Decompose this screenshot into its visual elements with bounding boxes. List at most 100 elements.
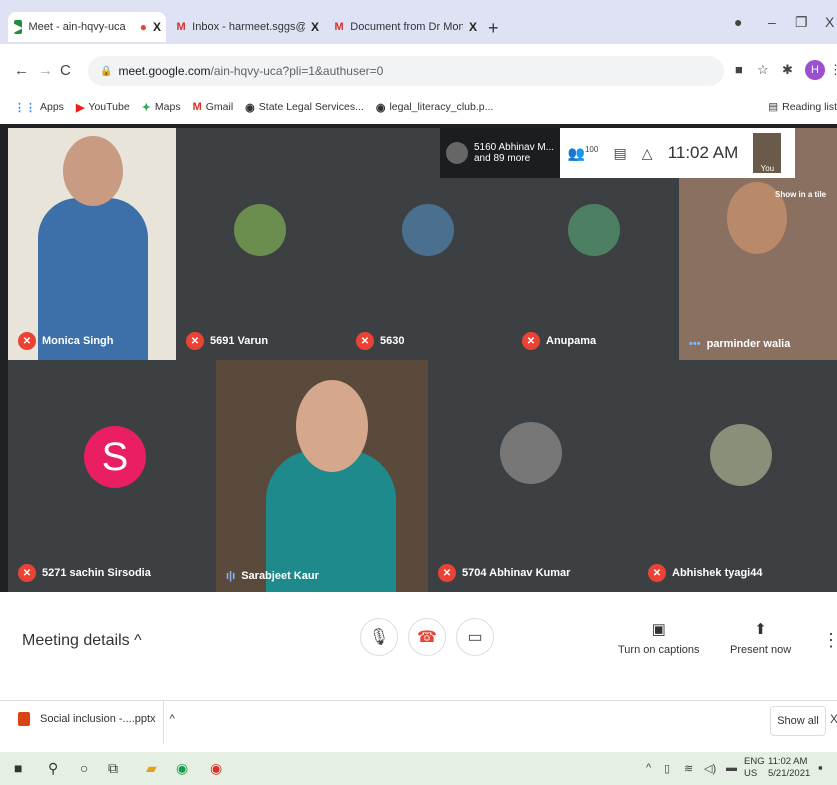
- bookmark-apps[interactable]: ⋮⋮ Apps: [14, 101, 64, 114]
- microphone-icon: 🎙: [368, 629, 390, 646]
- keyboard-icon[interactable]: ▬: [726, 762, 737, 774]
- bookmark-state-legal[interactable]: ◉ State Legal Services...: [245, 101, 364, 114]
- bookmark-maps[interactable]: ✦ Maps: [142, 101, 181, 114]
- tray-chevron-icon[interactable]: ^: [646, 762, 651, 774]
- address-bar[interactable]: 🔒 meet.google.com/ain-hqvy-uca?pli=1&aut…: [88, 56, 724, 86]
- tab-search-icon[interactable]: ●: [734, 14, 742, 30]
- bookmark-youtube[interactable]: ▶ YouTube: [76, 101, 130, 114]
- show-all-button[interactable]: Show all: [770, 706, 826, 736]
- url-host: meet.google.com: [118, 64, 211, 78]
- gmail-icon: M: [192, 101, 202, 113]
- participant-tile[interactable]: ✕ 5704 Abhinav Kumar: [428, 360, 638, 592]
- tab-title: Document from Dr Monica M Si: [350, 21, 463, 33]
- leave-call-button[interactable]: ☎: [408, 618, 446, 656]
- close-tab-icon[interactable]: X: [469, 20, 477, 34]
- apps-grid-icon: ⋮⋮: [14, 101, 36, 114]
- participant-avatar: [234, 204, 286, 256]
- microphone-button[interactable]: 🎙: [360, 618, 398, 656]
- chevron-up-icon[interactable]: ^: [170, 713, 175, 725]
- windows-start-icon[interactable]: ■: [14, 760, 22, 776]
- task-view-icon[interactable]: ⧉: [108, 760, 118, 777]
- file-explorer-icon[interactable]: ▰: [146, 760, 157, 777]
- bookmark-label: State Legal Services...: [258, 101, 364, 113]
- participant-name: ı|ı Sarabjeet Kaur: [226, 570, 319, 582]
- lock-icon: 🔒: [100, 65, 113, 77]
- globe-icon: ◉: [375, 101, 386, 114]
- chrome-icon[interactable]: ◉: [176, 760, 188, 777]
- participant-count: 100: [584, 144, 599, 154]
- presenter-chip[interactable]: 5160 Abhinav M... and 89 more: [440, 128, 560, 178]
- participant-name: ✕ Anupama: [522, 332, 596, 350]
- close-tab-icon[interactable]: X: [153, 20, 161, 34]
- participant-tile[interactable]: ✕ Monica Singh: [8, 128, 176, 360]
- lang-code: ENG: [744, 756, 765, 767]
- more-options-icon[interactable]: ⋮: [822, 630, 837, 651]
- maximize-button[interactable]: ❐: [795, 14, 808, 31]
- bookmark-star-icon[interactable]: ☆: [757, 62, 769, 78]
- youtube-icon: ▶: [75, 101, 85, 114]
- self-view-thumbnail[interactable]: You: [753, 133, 782, 173]
- reload-icon[interactable]: C: [60, 62, 71, 79]
- system-clock[interactable]: 11:02 AM 5/21/2021: [768, 756, 810, 780]
- reading-list-button[interactable]: ▤ Reading list: [768, 96, 837, 118]
- tab-inbox[interactable]: M Inbox - harmeet.sggs@gmail.co X: [170, 12, 325, 42]
- tab-title: Meet - ain-hqvy-uca: [28, 21, 126, 33]
- cortana-icon[interactable]: ○: [80, 760, 88, 776]
- download-item[interactable]: Social inclusion -....pptx ^: [18, 712, 175, 726]
- minimize-button[interactable]: –: [768, 14, 776, 30]
- mic-off-icon: ✕: [186, 332, 204, 350]
- tab-document[interactable]: M Document from Dr Monica M Si X: [328, 12, 483, 42]
- show-in-tile-label[interactable]: Show in a tile: [775, 190, 826, 199]
- divider: [163, 700, 164, 744]
- mic-off-icon: ✕: [18, 332, 36, 350]
- meet-top-bar: 5160 Abhinav M... and 89 more 👥100 ▤ △ 1…: [440, 128, 795, 178]
- back-arrow-icon[interactable]: ←: [14, 62, 29, 79]
- bookmark-legal-literacy[interactable]: ◉ legal_literacy_club.p...: [376, 101, 494, 114]
- url-path: /ain-hqvy-uca?pli=1&authuser=0: [210, 64, 384, 78]
- participant-tile[interactable]: S ✕ 5271 sachin Sirsodia: [8, 360, 216, 592]
- captions-button[interactable]: ▣ Turn on captions: [618, 620, 700, 656]
- hang-up-icon: ☎: [417, 629, 437, 646]
- camera-indicator-icon[interactable]: ■: [735, 62, 743, 77]
- present-icon: ⬆: [754, 621, 767, 638]
- mic-off-icon: ✕: [438, 564, 456, 582]
- globe-icon: ◉: [245, 101, 255, 114]
- input-language[interactable]: ENG US: [744, 756, 765, 780]
- bookmark-label: Maps: [154, 101, 181, 113]
- participant-tile[interactable]: ✕ Abhishek tyagi44: [638, 360, 837, 592]
- chevron-up-icon: ^: [134, 632, 142, 649]
- chat-icon[interactable]: ▤: [613, 145, 626, 162]
- bookmark-label: legal_literacy_club.p...: [389, 101, 494, 113]
- meeting-details-button[interactable]: Meeting details ^: [22, 632, 142, 650]
- wifi-icon[interactable]: ≋: [684, 762, 693, 775]
- powerpoint-file-icon: [18, 712, 30, 726]
- search-icon[interactable]: ⚲: [48, 760, 58, 777]
- close-download-bar-icon[interactable]: X: [830, 712, 837, 726]
- extensions-icon[interactable]: ✱: [782, 62, 793, 78]
- people-button[interactable]: 👥100: [568, 145, 599, 162]
- bookmark-gmail[interactable]: M Gmail: [193, 101, 234, 113]
- menu-kebab-icon[interactable]: ⋮: [829, 62, 837, 78]
- participant-name: ✕ 5691 Varun: [186, 332, 268, 350]
- new-tab-button[interactable]: +: [488, 18, 499, 39]
- participant-avatar: [402, 204, 454, 256]
- camera-button[interactable]: ▭: [456, 618, 494, 656]
- forward-arrow-icon[interactable]: →: [38, 62, 53, 79]
- participant-tile[interactable]: ı|ı Sarabjeet Kaur: [216, 360, 428, 592]
- volume-icon[interactable]: ◁): [704, 762, 716, 775]
- bookmark-label: Gmail: [205, 101, 234, 113]
- profile-avatar[interactable]: H: [805, 60, 825, 80]
- present-now-button[interactable]: ⬆ Present now: [730, 620, 791, 656]
- participant-initial-avatar: S: [84, 426, 146, 488]
- video-camera-icon: ▭: [467, 629, 483, 646]
- close-tab-icon[interactable]: X: [311, 20, 319, 34]
- close-window-button[interactable]: X: [825, 14, 834, 30]
- participant-tile[interactable]: ✕ 5691 Varun: [176, 128, 346, 360]
- notifications-icon[interactable]: ▪: [818, 760, 823, 775]
- activities-icon[interactable]: △: [642, 145, 653, 162]
- participant-name: ✕ Abhishek tyagi44: [648, 564, 762, 582]
- bookmark-label: Apps: [40, 101, 64, 113]
- tab-meet[interactable]: ▶ Meet - ain-hqvy-uca ● X: [8, 12, 166, 42]
- battery-icon[interactable]: ▯: [664, 762, 670, 775]
- chrome-profile-icon[interactable]: ◉: [210, 760, 222, 777]
